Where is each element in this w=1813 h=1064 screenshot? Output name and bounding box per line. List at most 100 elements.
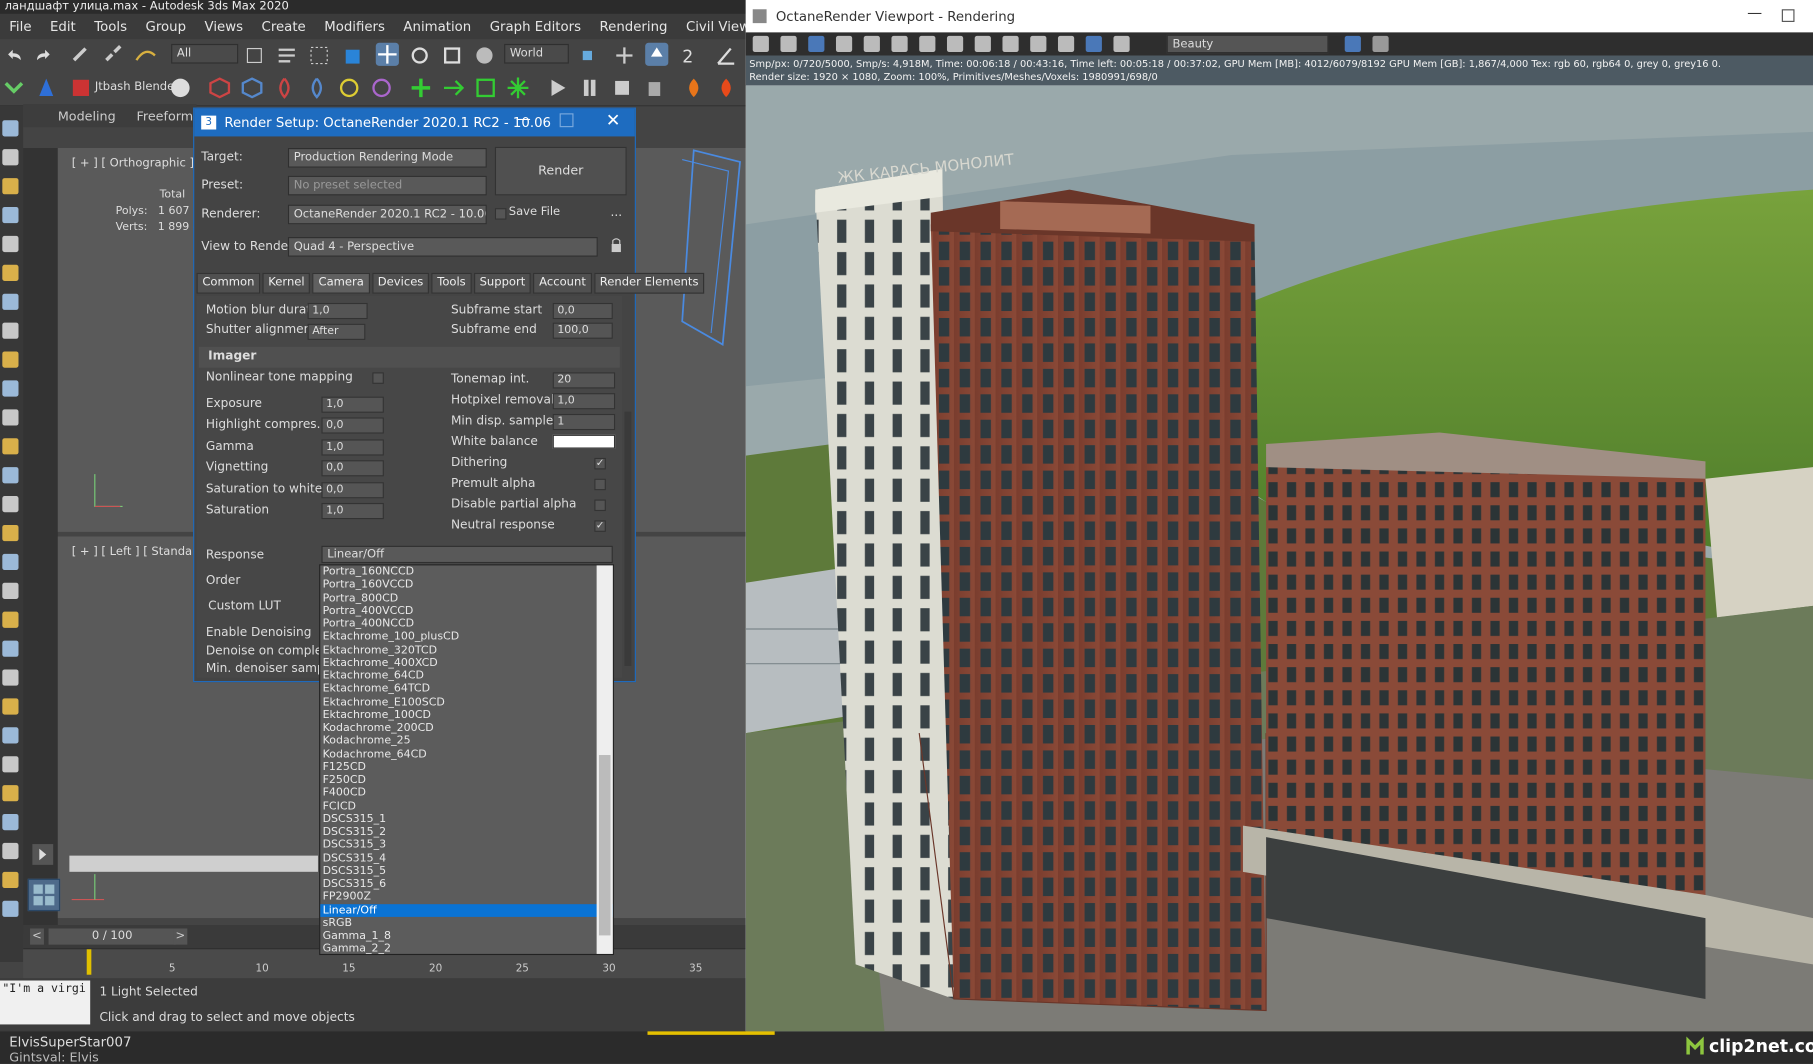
menu-item-civil-view[interactable]: Civil View — [677, 19, 746, 35]
list-item[interactable]: Portra_800CD — [320, 591, 613, 604]
list-item[interactable]: Gamma_1_8 — [320, 930, 613, 943]
tab-tools[interactable]: Tools — [431, 272, 472, 294]
command-tool-icon[interactable] — [2, 640, 19, 657]
param-spinner[interactable]: 1 — [552, 413, 616, 431]
tab-support[interactable]: Support — [473, 272, 532, 294]
selection-filter-dropdown[interactable]: All — [171, 43, 239, 64]
render-fire-icon[interactable] — [682, 76, 705, 99]
list-item[interactable]: F125CD — [320, 761, 613, 774]
list-scroll-thumb[interactable] — [598, 755, 611, 936]
list-item[interactable]: Gamma_2_2 — [320, 943, 613, 956]
film-icon[interactable] — [1057, 35, 1075, 53]
pivot-center-icon[interactable] — [576, 44, 599, 67]
tab-freeform[interactable]: Freeform — [136, 108, 193, 123]
command-tool-icon[interactable] — [2, 206, 19, 224]
param-spinner[interactable]: 1,0 — [321, 396, 384, 413]
pause-render-icon[interactable] — [891, 35, 908, 53]
list-item[interactable]: Kodachrome_200CD — [320, 722, 613, 735]
maximize-icon[interactable] — [559, 113, 574, 128]
param-spinner[interactable]: 1,0 — [552, 393, 616, 410]
close-icon[interactable]: ✕ — [606, 110, 621, 131]
menu-item-create[interactable]: Create — [252, 19, 315, 35]
subframe-start-spinner[interactable]: 0,0 — [552, 302, 613, 320]
select-object-icon[interactable] — [243, 44, 266, 67]
command-tool-icon[interactable] — [2, 380, 19, 397]
af-icon[interactable] — [946, 35, 964, 53]
preset-dropdown[interactable]: No preset selected — [287, 175, 487, 196]
menu-item-tools[interactable]: Tools — [85, 19, 136, 35]
list-item[interactable]: Portra_160VCCD — [320, 578, 613, 591]
command-tool-icon[interactable] — [2, 814, 19, 831]
param-spinner[interactable]: 1,0 — [321, 502, 384, 520]
command-tool-icon[interactable] — [2, 120, 19, 137]
command-tool-icon[interactable] — [2, 524, 19, 542]
octane-minimize-icon[interactable]: — — [1747, 5, 1762, 22]
tab-render-elements[interactable]: Render Elements — [593, 272, 705, 294]
list-item[interactable]: F250CD — [320, 774, 613, 787]
list-item[interactable]: FP2900Z — [320, 891, 613, 904]
lock-icon[interactable] — [863, 35, 880, 53]
tab-account[interactable]: Account — [533, 272, 592, 294]
menu-item-views[interactable]: Views — [195, 19, 252, 35]
next-frame-button[interactable]: > — [173, 928, 188, 945]
list-item[interactable]: DSCS315_1 — [320, 813, 613, 826]
command-tool-icon[interactable] — [2, 467, 19, 484]
save-image-icon[interactable] — [752, 35, 769, 53]
current-frame-marker[interactable] — [86, 949, 92, 975]
subframe-end-spinner[interactable]: 100,0 — [552, 322, 613, 339]
command-tool-icon[interactable] — [2, 496, 19, 513]
bind-spacewarp-icon[interactable] — [134, 44, 157, 67]
prev-frame-button[interactable]: < — [30, 928, 44, 945]
command-tool-icon[interactable] — [2, 756, 19, 773]
chevron-down-icon[interactable] — [2, 76, 25, 99]
place-icon[interactable] — [473, 44, 496, 67]
command-tool-icon[interactable] — [2, 582, 19, 599]
list-item[interactable]: Kodachrome_25 — [320, 735, 613, 748]
list-item[interactable]: Kodachrome_64CD — [320, 748, 613, 761]
play-icon[interactable] — [546, 76, 569, 99]
command-tool-icon[interactable] — [2, 842, 19, 860]
param-spinner[interactable]: 0,0 — [321, 417, 384, 434]
render-button[interactable]: Render — [494, 146, 627, 196]
grid-green-icon[interactable] — [474, 76, 497, 99]
param-spinner[interactable]: 1,0 — [321, 438, 384, 455]
command-tool-icon[interactable] — [2, 264, 19, 281]
command-tool-icon[interactable] — [2, 553, 19, 571]
param-checkbox[interactable] — [594, 499, 606, 512]
list-item[interactable]: DSCS315_5 — [320, 865, 613, 878]
tab-modeling[interactable]: Modeling — [58, 108, 116, 123]
menu-item-rendering[interactable]: Rendering — [590, 19, 676, 35]
teapot-icon[interactable] — [169, 76, 192, 99]
command-tool-icon[interactable] — [2, 669, 19, 686]
octane-water-icon[interactable] — [305, 76, 328, 99]
lock-icon[interactable] — [611, 237, 623, 253]
maxscript-listener[interactable]: "I'm a virgi — [0, 980, 91, 1025]
command-tool-icon[interactable] — [2, 322, 19, 339]
list-item[interactable]: Ektachrome_64CD — [320, 669, 613, 682]
select-and-rotate-icon[interactable] — [408, 44, 431, 67]
panel-scrollbar[interactable] — [624, 411, 632, 666]
cube-blue-icon[interactable] — [241, 76, 264, 99]
list-item[interactable]: Ektachrome_100_plusCD — [320, 630, 613, 643]
color-picker-icon[interactable] — [974, 35, 991, 53]
list-item[interactable]: Ektachrome_64TCD — [320, 682, 613, 695]
menu-item-modifiers[interactable]: Modifiers — [315, 19, 394, 35]
nonlinear-tone-checkbox[interactable] — [372, 372, 384, 384]
pause-icon[interactable] — [578, 76, 601, 99]
save-file-checkbox[interactable] — [494, 208, 507, 220]
white-balance-swatch[interactable] — [552, 434, 616, 449]
window-crossing-icon[interactable] — [340, 44, 363, 67]
align-green-icon[interactable] — [442, 76, 465, 99]
select-and-scale-icon[interactable] — [441, 44, 464, 67]
angle-snap-icon[interactable] — [715, 44, 738, 67]
command-tool-icon[interactable] — [2, 727, 19, 744]
list-item[interactable]: FCICD — [320, 800, 613, 813]
tab-devices[interactable]: Devices — [371, 272, 430, 294]
list-item[interactable]: Linear/Off — [320, 903, 613, 917]
transform-green-icon[interactable] — [409, 76, 432, 99]
command-tool-icon[interactable] — [2, 409, 19, 426]
renderer-dropdown[interactable]: OctaneRender 2020.1 RC2 - 10.06 — [287, 204, 487, 225]
cube-red-icon[interactable] — [208, 76, 231, 99]
menu-item-group[interactable]: Group — [136, 19, 195, 35]
list-item[interactable]: Ektachrome_320TCD — [320, 643, 613, 656]
